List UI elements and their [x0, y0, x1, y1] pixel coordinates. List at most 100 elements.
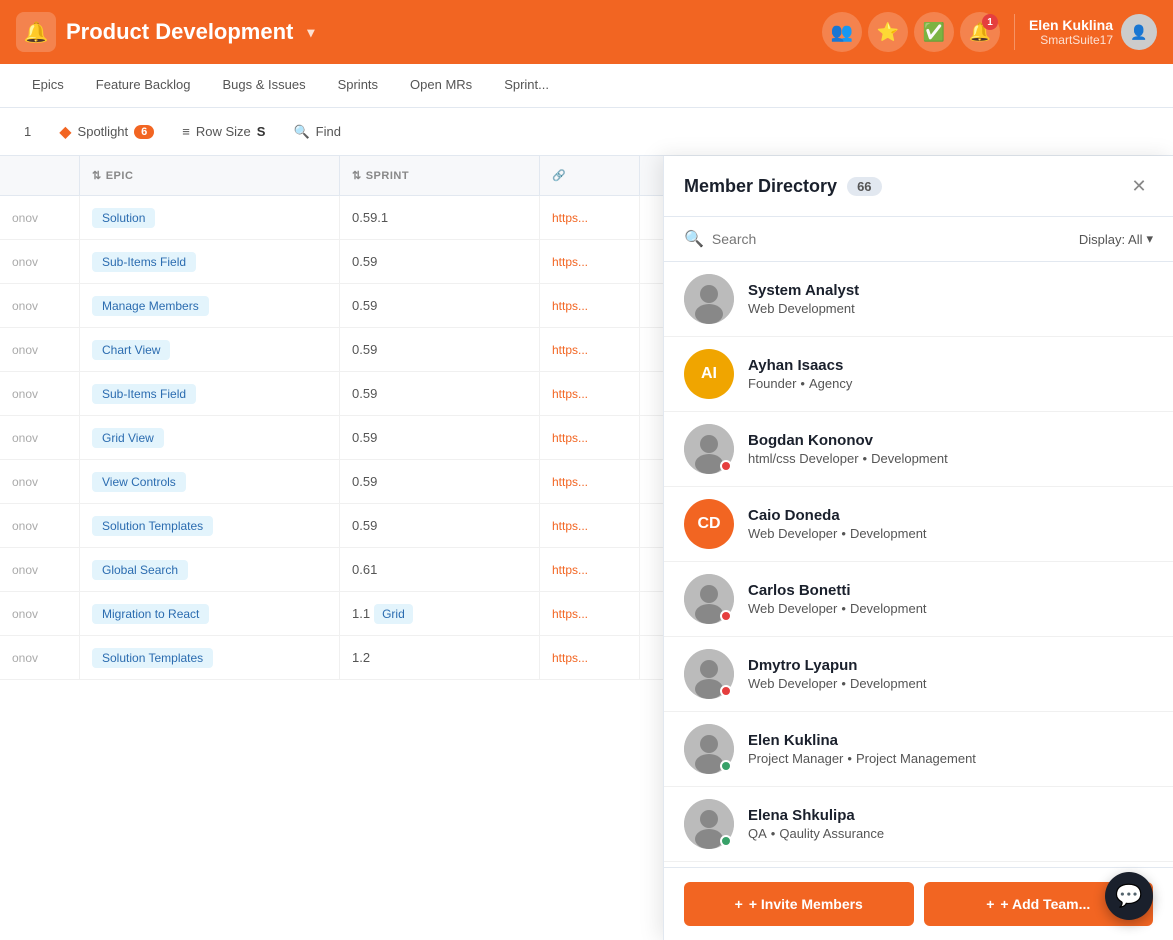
- td-link[interactable]: https...: [540, 328, 640, 371]
- display-filter-label: Display: All: [1079, 232, 1143, 247]
- tab-open-mrs[interactable]: Open MRs: [394, 64, 488, 108]
- member-role-title: html/css Developer: [748, 451, 859, 466]
- panel-count: 66: [847, 177, 881, 196]
- panel-close-button[interactable]: ✕: [1125, 172, 1153, 200]
- panel-search-row: 🔍 Display: All ▾: [664, 217, 1173, 262]
- spotlight-count: 6: [134, 125, 154, 139]
- user-name: Elen Kuklina: [1029, 17, 1113, 33]
- tab-sprints[interactable]: Sprints: [322, 64, 394, 108]
- td-link[interactable]: https...: [540, 592, 640, 635]
- member-dept: Agency: [809, 376, 852, 391]
- invite-members-button[interactable]: + + Invite Members: [684, 882, 914, 926]
- member-item[interactable]: System Analyst Web Development: [664, 262, 1173, 337]
- td-link[interactable]: https...: [540, 284, 640, 327]
- epic-tag: Solution: [92, 208, 155, 228]
- epic-tag: Chart View: [92, 340, 170, 360]
- tab-epics[interactable]: Epics: [16, 64, 80, 108]
- member-item[interactable]: CD Caio Doneda Web Developer•Development: [664, 487, 1173, 562]
- member-dept: Development: [871, 451, 948, 466]
- member-avatar-wrap: AI: [684, 349, 734, 399]
- td-sprint: 0.59: [340, 416, 540, 459]
- member-item[interactable]: Elena Shkulipa QA•Qaulity Assurance: [664, 787, 1173, 862]
- epic-tag: Global Search: [92, 560, 188, 580]
- sprint-value: 0.59: [352, 254, 377, 269]
- main-content: ⇅ EPIC ⇅ SPRINT 🔗 onov Solution 0.59.1 h…: [0, 156, 1173, 940]
- member-item[interactable]: Elen Kuklina Project Manager•Project Man…: [664, 712, 1173, 787]
- member-name: Bogdan Kononov: [748, 432, 1153, 449]
- member-dept: Development: [850, 526, 927, 541]
- td-epic: Sub-Items Field: [80, 372, 340, 415]
- tab-sprint-extra[interactable]: Sprint...: [488, 64, 565, 108]
- member-info: Elen Kuklina Project Manager•Project Man…: [748, 732, 1153, 766]
- tab-bugs-issues[interactable]: Bugs & Issues: [206, 64, 321, 108]
- logo-icon: 🔔: [16, 12, 56, 52]
- td-assignee: onov: [0, 504, 80, 547]
- member-role-title: Project Manager: [748, 751, 843, 766]
- td-link[interactable]: https...: [540, 504, 640, 547]
- td-sprint: 0.59: [340, 240, 540, 283]
- team-icon-btn[interactable]: 👥: [822, 12, 862, 52]
- tab-feature-backlog[interactable]: Feature Backlog: [80, 64, 207, 108]
- td-link[interactable]: https...: [540, 416, 640, 459]
- add-team-label: + Add Team...: [1000, 896, 1090, 912]
- app-logo[interactable]: 🔔 Product Development ▾: [16, 12, 822, 52]
- user-menu[interactable]: Elen Kuklina SmartSuite17 👤: [1029, 14, 1157, 50]
- td-assignee: onov: [0, 460, 80, 503]
- sprint-value: 0.59: [352, 474, 377, 489]
- row-size-label: Row Size: [196, 124, 251, 139]
- td-link[interactable]: https...: [540, 460, 640, 503]
- notification-icon-btn[interactable]: 🔔 1: [960, 12, 1000, 52]
- member-avatar-wrap: [684, 274, 734, 324]
- row-size-icon: ≡: [182, 124, 190, 139]
- member-item[interactable]: Bogdan Kononov html/css Developer•Develo…: [664, 412, 1173, 487]
- sprint-value: 1.2: [352, 650, 370, 665]
- filter-1[interactable]: 1: [16, 120, 39, 143]
- td-epic: Migration to React: [80, 592, 340, 635]
- member-avatar-wrap: CD: [684, 499, 734, 549]
- td-link[interactable]: https...: [540, 240, 640, 283]
- panel-members-list: System Analyst Web Development AI Ayhan …: [664, 262, 1173, 867]
- panel-footer: + + Invite Members + + Add Team...: [664, 867, 1173, 940]
- member-role-title: Web Development: [748, 301, 855, 316]
- star-icon-btn[interactable]: ⭐: [868, 12, 908, 52]
- sprint-value: 0.59: [352, 298, 377, 313]
- sprint-value: 1.1: [352, 606, 370, 621]
- panel-title-area: Member Directory 66: [684, 176, 882, 197]
- td-epic: Solution Templates: [80, 636, 340, 679]
- search-input[interactable]: [712, 231, 1067, 247]
- td-link[interactable]: https...: [540, 636, 640, 679]
- td-link[interactable]: https...: [540, 372, 640, 415]
- sprint-sort-icon: ⇅: [352, 169, 362, 182]
- member-name: Caio Doneda: [748, 507, 1153, 524]
- td-assignee: onov: [0, 196, 80, 239]
- link-icon: 🔗: [552, 169, 566, 182]
- member-item[interactable]: AI Ayhan Isaacs Founder•Agency: [664, 337, 1173, 412]
- search-box: 🔍: [684, 229, 1067, 249]
- row-size-btn[interactable]: ≡ Row Size S: [174, 120, 273, 143]
- epic-tag: Manage Members: [92, 296, 209, 316]
- epic-tag: Migration to React: [92, 604, 209, 624]
- member-role: Web Development: [748, 301, 1153, 316]
- member-role: Project Manager•Project Management: [748, 751, 1153, 766]
- header-icons: 👥 ⭐ ✅ 🔔 1 Elen Kuklina SmartSuite17 👤: [822, 12, 1157, 52]
- member-item[interactable]: Dmytro Lyapun Web Developer•Development: [664, 637, 1173, 712]
- epic-sort-icon: ⇅: [92, 169, 102, 182]
- member-info: Ayhan Isaacs Founder•Agency: [748, 357, 1153, 391]
- th-link: 🔗: [540, 156, 640, 195]
- spotlight-btn[interactable]: ◆ Spotlight 6: [51, 118, 162, 146]
- td-link[interactable]: https...: [540, 548, 640, 591]
- sprint-value: 0.59: [352, 430, 377, 445]
- member-info: Bogdan Kononov html/css Developer•Develo…: [748, 432, 1153, 466]
- find-btn[interactable]: 🔍 Find: [285, 120, 348, 144]
- member-role-title: Web Developer: [748, 601, 837, 616]
- header-divider: [1014, 14, 1015, 50]
- chat-bubble[interactable]: 💬: [1105, 872, 1153, 920]
- check-icon-btn[interactable]: ✅: [914, 12, 954, 52]
- add-team-icon: +: [986, 896, 994, 912]
- member-name: Ayhan Isaacs: [748, 357, 1153, 374]
- member-item[interactable]: Carlos Bonetti Web Developer•Development: [664, 562, 1173, 637]
- display-filter[interactable]: Display: All ▾: [1079, 231, 1153, 247]
- member-dept: Development: [850, 601, 927, 616]
- td-link[interactable]: https...: [540, 196, 640, 239]
- td-epic: View Controls: [80, 460, 340, 503]
